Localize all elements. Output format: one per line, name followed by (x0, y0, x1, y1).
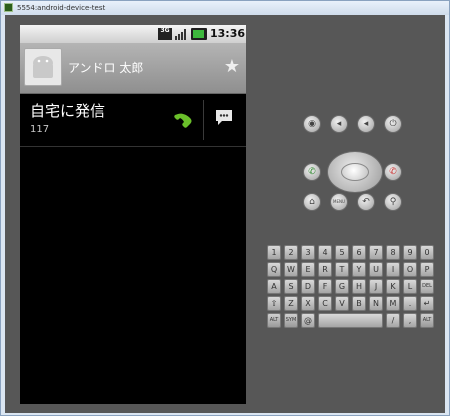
phone-number: 117 (30, 124, 50, 135)
key-del[interactable]: DEL (420, 279, 434, 294)
network-3g-icon: 3G (158, 28, 172, 40)
row-divider (203, 100, 204, 140)
call-button-icon[interactable]: ✆ (303, 163, 321, 181)
volume-down-icon[interactable]: ◂ (330, 115, 348, 133)
volume-up-icon[interactable]: ◂ (357, 115, 375, 133)
menu-label: MENU (333, 199, 345, 204)
key-5[interactable]: 5 (335, 245, 349, 260)
key-6[interactable]: 6 (352, 245, 366, 260)
call-home-row[interactable]: 自宅に発信 117 (20, 94, 246, 147)
emulator-client: 3G 13:36 アンドロ 太郎 ★ 自宅に発信 117 ◉ ◂ ◂ ⏻ ✆ ✆… (5, 15, 445, 413)
key-shift[interactable]: ⇧ (267, 296, 281, 311)
key-m[interactable]: M (386, 296, 400, 311)
star-icon[interactable]: ★ (222, 57, 242, 77)
emulator-window: 5554:android-device-test 3G 13:36 アンドロ 太… (0, 0, 450, 416)
contact-name: アンドロ 太郎 (68, 61, 144, 75)
key-d[interactable]: D (301, 279, 315, 294)
key-0[interactable]: 0 (420, 245, 434, 260)
key-z[interactable]: Z (284, 296, 298, 311)
key-comma[interactable]: , (403, 313, 417, 328)
key-alt-left[interactable]: ALT (267, 313, 281, 328)
key-n[interactable]: N (369, 296, 383, 311)
window-title: 5554:android-device-test (17, 4, 106, 12)
key-2[interactable]: 2 (284, 245, 298, 260)
key-9[interactable]: 9 (403, 245, 417, 260)
key-v[interactable]: V (335, 296, 349, 311)
key-i[interactable]: I (386, 262, 400, 277)
hardware-keyboard: 1 2 3 4 5 6 7 8 9 0 Q W E R T Y U I O P … (267, 245, 443, 331)
key-space[interactable] (318, 313, 383, 328)
key-r[interactable]: R (318, 262, 332, 277)
key-7[interactable]: 7 (369, 245, 383, 260)
key-sym[interactable]: SYM (284, 313, 298, 328)
status-bar: 3G 13:36 (20, 25, 246, 43)
phone-call-icon[interactable] (170, 104, 196, 130)
key-a[interactable]: A (267, 279, 281, 294)
key-g[interactable]: G (335, 279, 349, 294)
key-e[interactable]: E (301, 262, 315, 277)
camera-icon[interactable]: ◉ (303, 115, 321, 133)
key-y[interactable]: Y (352, 262, 366, 277)
key-w[interactable]: W (284, 262, 298, 277)
android-avatar-icon[interactable] (24, 48, 62, 86)
key-c[interactable]: C (318, 296, 332, 311)
phone-screen: 3G 13:36 アンドロ 太郎 ★ 自宅に発信 117 (20, 25, 246, 404)
key-p[interactable]: P (420, 262, 434, 277)
key-q[interactable]: Q (267, 262, 281, 277)
key-4[interactable]: 4 (318, 245, 332, 260)
status-time: 13:36 (210, 27, 246, 40)
menu-button[interactable]: MENU (330, 193, 348, 211)
network-label: 3G (160, 27, 170, 34)
dpad-center-button[interactable] (341, 163, 369, 181)
key-f[interactable]: F (318, 279, 332, 294)
key-t[interactable]: T (335, 262, 349, 277)
battery-icon (191, 28, 207, 40)
key-slash[interactable]: / (386, 313, 400, 328)
search-icon[interactable]: ⚲ (384, 193, 402, 211)
end-call-icon[interactable]: ✆ (384, 163, 402, 181)
key-x[interactable]: X (301, 296, 315, 311)
key-s[interactable]: S (284, 279, 298, 294)
key-period[interactable]: . (403, 296, 417, 311)
key-j[interactable]: J (369, 279, 383, 294)
key-8[interactable]: 8 (386, 245, 400, 260)
key-3[interactable]: 3 (301, 245, 315, 260)
title-bar: 5554:android-device-test (1, 1, 449, 15)
call-label: 自宅に発信 (30, 102, 106, 120)
sms-icon[interactable] (213, 106, 235, 128)
key-k[interactable]: K (386, 279, 400, 294)
back-icon[interactable]: ↶ (357, 193, 375, 211)
key-u[interactable]: U (369, 262, 383, 277)
key-h[interactable]: H (352, 279, 366, 294)
app-icon (4, 3, 13, 12)
signal-icon (175, 29, 186, 40)
key-1[interactable]: 1 (267, 245, 281, 260)
android-robot-icon (33, 56, 53, 78)
key-at[interactable]: @ (301, 313, 315, 328)
dpad-icon[interactable] (327, 151, 383, 193)
power-icon[interactable]: ⏻ (384, 115, 402, 133)
key-b[interactable]: B (352, 296, 366, 311)
key-l[interactable]: L (403, 279, 417, 294)
home-icon[interactable]: ⌂ (303, 193, 321, 211)
key-enter[interactable]: ↵ (420, 296, 434, 311)
key-alt-right[interactable]: ALT (420, 313, 434, 328)
key-o[interactable]: O (403, 262, 417, 277)
contact-header: アンドロ 太郎 ★ (20, 43, 246, 94)
